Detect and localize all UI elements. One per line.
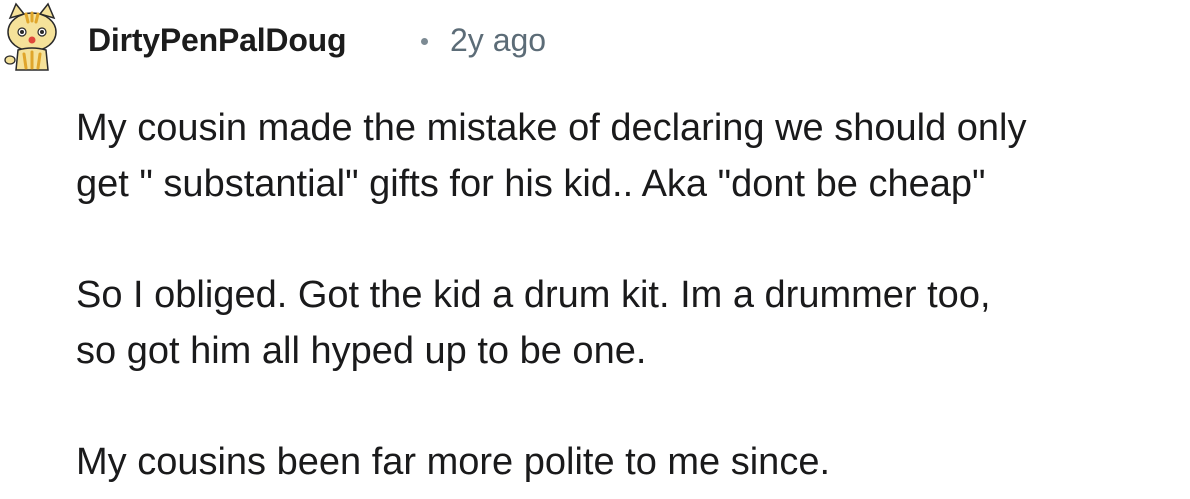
comment-author[interactable]: DirtyPenPalDoug	[88, 22, 347, 59]
comment-header: DirtyPenPalDoug 2y ago	[0, 0, 1190, 84]
snoo-cat-avatar-icon	[4, 2, 57, 71]
separator-dot	[421, 38, 428, 45]
comment-body: My cousin made the mistake of declaring …	[76, 100, 1186, 490]
user-avatar[interactable]	[0, 2, 64, 74]
comment-timestamp[interactable]: 2y ago	[450, 22, 546, 59]
comment-paragraph: My cousins been far more polite to me si…	[76, 441, 831, 483]
comment-paragraph: So I obliged. Got the kid a drum kit. Im…	[76, 274, 991, 372]
comment-paragraph: My cousin made the mistake of declaring …	[76, 107, 1027, 205]
comment: DirtyPenPalDoug 2y ago My cousin made th…	[0, 0, 1190, 499]
